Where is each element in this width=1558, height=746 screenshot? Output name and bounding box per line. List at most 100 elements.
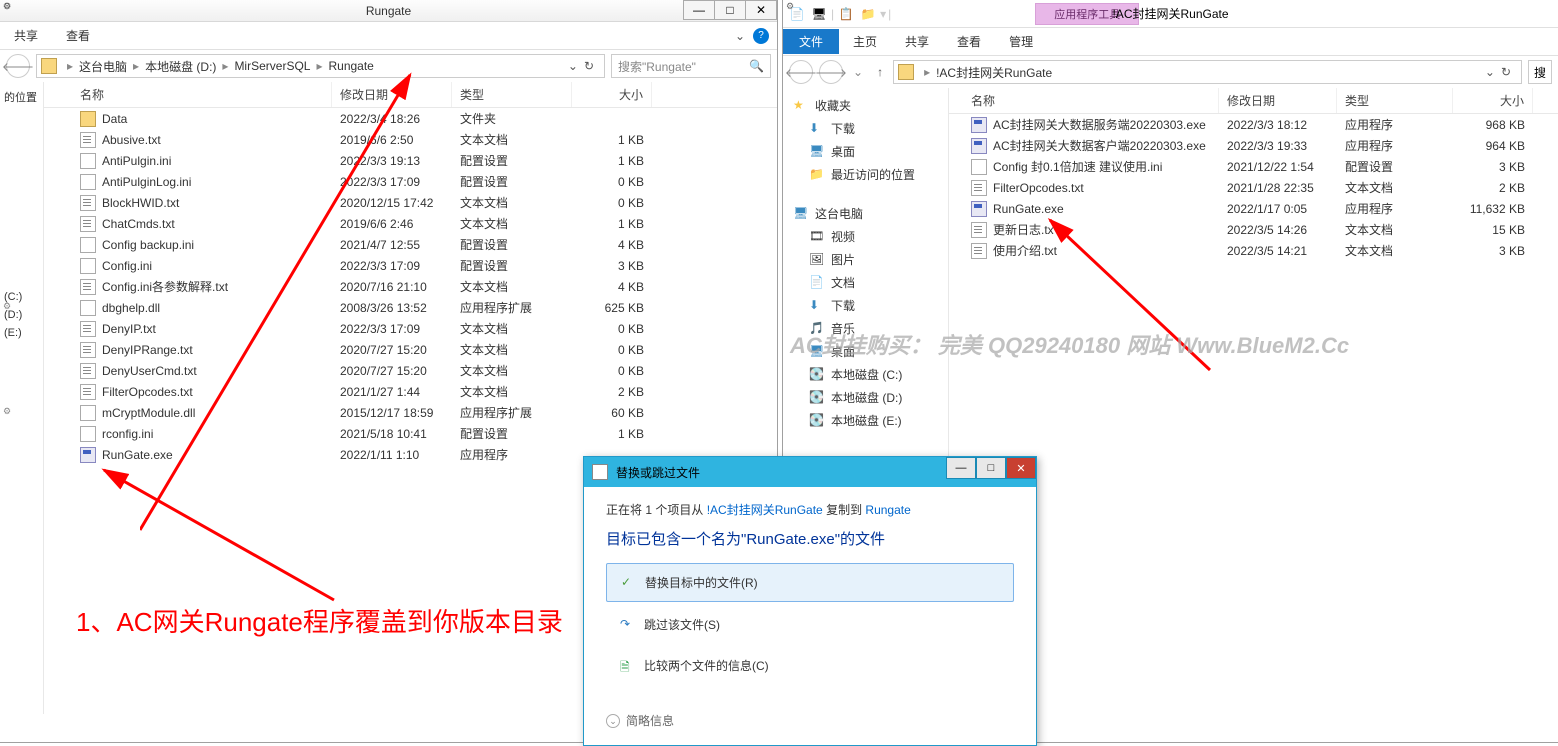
maximize-button[interactable]: □ [714, 0, 746, 20]
menu-manage[interactable]: 管理 [995, 29, 1047, 54]
sidebar-desktop[interactable]: 🖥桌面 [783, 140, 948, 163]
stub-item[interactable]: (E:) [0, 324, 43, 342]
file-type: 文本文档 [452, 215, 572, 232]
sidebar-computer[interactable]: 🖥这台电脑 [783, 202, 948, 225]
file-row[interactable]: 使用介绍.txt2022/3/5 14:21文本文档3 KB [949, 240, 1558, 261]
file-icon [80, 426, 96, 442]
addressbar[interactable]: ▸ !AC封挂网关RunGate ⌄ ↻ [893, 60, 1522, 84]
nav-forward-button[interactable]: 🡒 [819, 60, 843, 84]
sidebar-favorites[interactable]: ★收藏夹 [783, 94, 948, 117]
dest-link[interactable]: Rungate [865, 503, 910, 517]
menu-view[interactable]: 查看 [943, 29, 995, 54]
col-date[interactable]: 修改日期 [1219, 88, 1337, 113]
col-date[interactable]: 修改日期 [332, 82, 452, 107]
file-row[interactable]: DenyIPRange.txt2020/7/27 15:20文本文档0 KB [44, 339, 777, 360]
file-type: 配置设置 [1337, 158, 1453, 175]
sidebar-documents[interactable]: 📄文档 [783, 271, 948, 294]
option-compare[interactable]: 🗎 比较两个文件的信息(C) [606, 647, 1014, 684]
breadcrumb-part[interactable]: Rungate [328, 59, 373, 73]
nav-up-icon[interactable]: ⌄ [849, 65, 867, 79]
sidebar-videos[interactable]: 🎞视频 [783, 225, 948, 248]
sidebar-disk-d[interactable]: 💽本地磁盘 (D:) [783, 386, 948, 409]
menu-share[interactable]: 共享 [891, 29, 943, 54]
close-button[interactable]: ✕ [745, 0, 777, 20]
file-icon [971, 159, 987, 175]
menu-home[interactable]: 主页 [839, 29, 891, 54]
addressbar-row: 🡐 ▸ 这台电脑 ▸ 本地磁盘 (D:) ▸ MirServerSQL ▸ Ru… [0, 50, 777, 82]
sidebar-disk-c[interactable]: 💽本地磁盘 (C:) [783, 363, 948, 386]
file-row[interactable]: DenyIP.txt2022/3/3 17:09文本文档0 KB [44, 318, 777, 339]
dialog-minimize-button[interactable]: — [946, 457, 976, 479]
dialog-maximize-button[interactable]: □ [976, 457, 1006, 479]
file-row[interactable]: BlockHWID.txt2020/12/15 17:42文本文档0 KB [44, 192, 777, 213]
file-row[interactable]: Abusive.txt2019/6/6 2:50文本文档1 KB [44, 129, 777, 150]
source-link[interactable]: !AC封挂网关RunGate [707, 503, 823, 517]
file-row[interactable]: AC封挂网关大数据服务端20220303.exe2022/3/3 18:12应用… [949, 114, 1558, 135]
sidebar-downloads2[interactable]: ⬇下载 [783, 294, 948, 317]
stub-item[interactable]: 的位置 [0, 86, 43, 108]
breadcrumb-part[interactable]: !AC封挂网关RunGate [936, 64, 1052, 81]
col-size[interactable]: 大小 [1453, 88, 1533, 113]
dropdown-icon[interactable]: ⌄ [1485, 65, 1495, 79]
col-size[interactable]: 大小 [572, 82, 652, 107]
search-button[interactable]: 搜 [1528, 60, 1552, 84]
nav-back-button[interactable]: 🡐 [6, 54, 30, 78]
chevron-down-icon[interactable]: ⌄ [735, 29, 745, 43]
file-row[interactable]: Data2022/3/4 18:26文件夹 [44, 108, 777, 129]
file-row[interactable]: FilterOpcodes.txt2021/1/27 1:44文本文档2 KB [44, 381, 777, 402]
menu-view[interactable]: 查看 [52, 23, 104, 48]
file-row[interactable]: rconfig.ini2021/5/18 10:41配置设置1 KB [44, 423, 777, 444]
sidebar-downloads[interactable]: ⬇下载 [783, 117, 948, 140]
col-name[interactable]: 名称 [963, 88, 1219, 113]
nav-back-button[interactable]: 🡐 [789, 60, 813, 84]
file-row[interactable]: 更新日志.tx2022/3/5 14:26文本文档15 KB [949, 219, 1558, 240]
minimize-button[interactable]: — [683, 0, 715, 20]
file-row[interactable]: RunGate.exe2022/1/17 0:05应用程序11,632 KB [949, 198, 1558, 219]
dialog-close-button[interactable]: ✕ [1006, 457, 1036, 479]
menu-share[interactable]: 共享 [0, 23, 52, 48]
col-type[interactable]: 类型 [1337, 88, 1453, 113]
file-row[interactable]: mCryptModule.dll2015/12/17 18:59应用程序扩展60… [44, 402, 777, 423]
breadcrumb-part[interactable]: 这台电脑 [79, 58, 127, 75]
file-name: BlockHWID.txt [102, 196, 179, 210]
file-row[interactable]: AntiPulginLog.ini2022/3/3 17:09配置设置0 KB [44, 171, 777, 192]
file-row[interactable]: FilterOpcodes.txt2021/1/28 22:35文本文档2 KB [949, 177, 1558, 198]
help-icon[interactable]: ? [753, 28, 769, 44]
file-row[interactable]: dbghelp.dll2008/3/26 13:52应用程序扩展625 KB [44, 297, 777, 318]
file-row[interactable]: Config backup.ini2021/4/7 12:55配置设置4 KB [44, 234, 777, 255]
dialog-details-toggle[interactable]: ⌄ 简略信息 [584, 702, 1036, 745]
refresh-button[interactable]: ↻ [578, 59, 600, 73]
file-type: 应用程序 [1337, 116, 1453, 133]
col-name[interactable]: 名称 [72, 82, 332, 107]
option-replace[interactable]: ✓ 替换目标中的文件(R) [606, 563, 1014, 602]
file-date: 2021/12/22 1:54 [1219, 160, 1337, 174]
breadcrumb-part[interactable]: 本地磁盘 (D:) [145, 58, 216, 75]
option-skip[interactable]: ↷ 跳过该文件(S) [606, 606, 1014, 643]
file-row[interactable]: Config.ini各参数解释.txt2020/7/16 21:10文本文档4 … [44, 276, 777, 297]
breadcrumb-part[interactable]: MirServerSQL [234, 59, 310, 73]
addressbar[interactable]: ▸ 这台电脑 ▸ 本地磁盘 (D:) ▸ MirServerSQL ▸ Rung… [36, 54, 605, 78]
search-input[interactable]: 搜索"Rungate" 🔍 [611, 54, 771, 78]
file-size: 1 KB [572, 154, 652, 168]
tool-icon[interactable]: 📁 [858, 4, 878, 24]
nav-up-button[interactable]: ↑ [873, 65, 887, 79]
refresh-button[interactable]: ↻ [1495, 65, 1517, 79]
file-row[interactable]: AC封挂网关大数据客户端20220303.exe2022/3/3 19:33应用… [949, 135, 1558, 156]
file-row[interactable]: DenyUserCmd.txt2020/7/27 15:20文本文档0 KB [44, 360, 777, 381]
file-date: 2021/1/27 1:44 [332, 385, 452, 399]
dropdown-icon[interactable]: ⌄ [568, 59, 578, 73]
sidebar-pictures[interactable]: 🖼图片 [783, 248, 948, 271]
file-row[interactable]: Config 封0.1倍加速 建议使用.ini2021/12/22 1:54配置… [949, 156, 1558, 177]
file-row[interactable]: ChatCmds.txt2019/6/6 2:46文本文档1 KB [44, 213, 777, 234]
tool-icon[interactable]: 🖥 [809, 4, 829, 24]
menu-file[interactable]: 文件 [783, 29, 839, 54]
tool-icon[interactable]: 📋 [836, 4, 856, 24]
col-type[interactable]: 类型 [452, 82, 572, 107]
sidebar-recent[interactable]: 📁最近访问的位置 [783, 163, 948, 186]
file-row[interactable]: AntiPulgin.ini2022/3/3 19:13配置设置1 KB [44, 150, 777, 171]
file-type: 文本文档 [452, 383, 572, 400]
folder-icon [41, 58, 57, 74]
file-row[interactable]: Config.ini2022/3/3 17:09配置设置3 KB [44, 255, 777, 276]
sidebar-disk-e[interactable]: 💽本地磁盘 (E:) [783, 409, 948, 432]
column-headers: 名称 修改日期 类型 大小 [949, 88, 1558, 114]
